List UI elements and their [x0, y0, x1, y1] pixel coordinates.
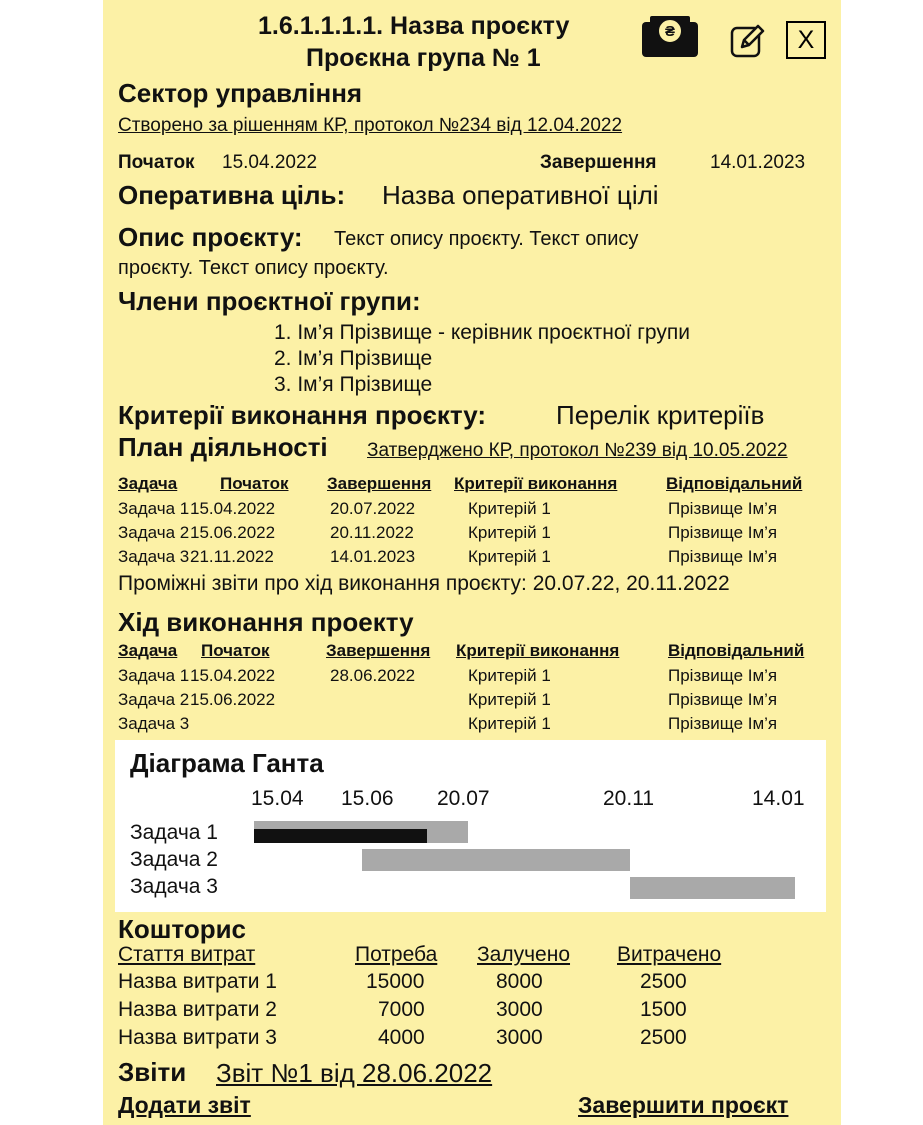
- member-item: 2. Ім’я Прізвище: [274, 347, 433, 370]
- description-text-cont: проєкту. Текст опису проєкту.: [118, 257, 389, 279]
- progress-header-criteria: Критерії виконання: [456, 641, 620, 660]
- progress-header-end: Завершення: [326, 641, 431, 660]
- project-title: 1.6.1.1.1.1. Назва проєкту: [258, 12, 570, 40]
- progress-cell: 15.04.2022: [190, 666, 276, 685]
- criteria-label: Критерії виконання проєкту:: [118, 400, 487, 430]
- plan-header-responsible: Відповідальний: [666, 474, 803, 493]
- budget-cell: 2500: [640, 1026, 687, 1049]
- plan-cell: 21.11.2022: [190, 547, 274, 566]
- plan-header-start: Початок: [220, 474, 289, 493]
- plan-cell: Прізвище Ім’я: [668, 547, 778, 566]
- budget-header-spent: Витрачено: [617, 943, 722, 966]
- budget-cell: 3000: [496, 1026, 543, 1049]
- plan-cell: Задача 2: [118, 523, 190, 542]
- budget-cell: Назва витрати 2: [118, 998, 277, 1021]
- plan-cell: Критерій 1: [468, 547, 551, 566]
- plan-approval-link[interactable]: Затверджено КР, протокол №239 від 10.05.…: [367, 440, 788, 462]
- gantt-title: Діаграма Ганта: [130, 748, 324, 778]
- close-button[interactable]: X: [786, 21, 826, 59]
- progress-header-task: Задача: [118, 641, 178, 660]
- svg-text:₴: ₴: [665, 23, 675, 40]
- budget-header-item: Стаття витрат: [118, 943, 256, 966]
- pencil-edit-icon[interactable]: [730, 22, 766, 58]
- progress-cell: Прізвище Ім’я: [668, 666, 778, 685]
- progress-cell: Задача 1: [118, 666, 190, 685]
- budget-cell: 2500: [640, 970, 687, 993]
- plan-cell: Задача 3: [118, 547, 190, 566]
- progress-cell: Критерій 1: [468, 690, 551, 709]
- progress-cell: Задача 3: [118, 714, 190, 733]
- plan-cell: 15.04.2022: [190, 499, 276, 518]
- progress-cell: Задача 2: [118, 690, 190, 709]
- progress-cell: Критерій 1: [468, 714, 551, 733]
- goal-value: Назва оперативної цілі: [382, 180, 659, 210]
- budget-cell: 7000: [378, 998, 425, 1021]
- start-label: Початок: [118, 152, 195, 173]
- plan-cell: Критерій 1: [468, 523, 551, 542]
- add-report-link[interactable]: Додати звіт: [118, 1092, 251, 1119]
- progress-cell: Прізвище Ім’я: [668, 690, 778, 709]
- end-label: Завершення: [540, 152, 657, 173]
- gantt-date: 15.04: [251, 787, 304, 810]
- reports-label: Звіти: [118, 1057, 187, 1087]
- gantt-date: 15.06: [341, 787, 394, 810]
- created-decision-link[interactable]: Створено за рішенням КР, протокол №234 в…: [118, 115, 622, 137]
- progress-label: Хід виконання проекту: [118, 607, 414, 637]
- plan-header-criteria: Критерії виконання: [454, 474, 618, 493]
- goal-label: Оперативна ціль:: [118, 180, 346, 210]
- members-label: Члени проєктної групи:: [118, 286, 421, 316]
- criteria-value: Перелік критеріїв: [556, 400, 765, 430]
- gantt-task-label: Задача 2: [130, 848, 218, 871]
- plan-cell: Критерій 1: [468, 499, 551, 518]
- finish-project-link[interactable]: Завершити проєкт: [578, 1092, 788, 1119]
- interim-reports: Проміжні звіти про хід виконання проєкту…: [118, 572, 730, 595]
- budget-header-need: Потреба: [355, 943, 438, 966]
- member-item: 1. Ім’я Прізвище - керівник проєктної гр…: [274, 321, 690, 344]
- progress-header-start: Початок: [201, 641, 270, 660]
- budget-cell: Назва витрати 1: [118, 970, 277, 993]
- budget-cell: Назва витрати 3: [118, 1026, 277, 1049]
- gantt-date: 20.07: [437, 787, 490, 810]
- project-group: Проєкна група № 1: [306, 44, 541, 72]
- progress-header-responsible: Відповідальний: [668, 641, 805, 660]
- budget-cell: 15000: [366, 970, 425, 993]
- budget-cell: 1500: [640, 998, 687, 1021]
- budget-cell: 3000: [496, 998, 543, 1021]
- member-item: 3. Ім’я Прізвище: [274, 373, 433, 396]
- gantt-date: 14.01: [752, 787, 805, 810]
- progress-cell: 28.06.2022: [330, 666, 416, 685]
- gantt-bar-task1-actual: [254, 829, 427, 843]
- plan-cell: Задача 1: [118, 499, 190, 518]
- report-link[interactable]: Звіт №1 від 28.06.2022: [216, 1058, 492, 1089]
- plan-label: План діяльності: [118, 432, 328, 462]
- budget-cell: 4000: [378, 1026, 425, 1049]
- plan-header-end: Завершення: [327, 474, 432, 493]
- plan-cell: Прізвище Ім’я: [668, 499, 778, 518]
- gantt-date: 20.11: [603, 787, 654, 810]
- description-text: Текст опису проєкту. Текст опису: [334, 228, 639, 250]
- plan-cell: 20.11.2022: [330, 523, 414, 542]
- progress-cell: 15.06.2022: [190, 690, 276, 709]
- gantt-task-label: Задача 1: [130, 821, 218, 844]
- plan-cell: 20.07.2022: [330, 499, 416, 518]
- start-date: 15.04.2022: [222, 152, 318, 173]
- budget-label: Кошторис: [118, 914, 247, 944]
- end-date: 14.01.2023: [710, 152, 806, 173]
- progress-cell: Прізвище Ім’я: [668, 714, 778, 733]
- plan-cell: 14.01.2023: [330, 547, 416, 566]
- plan-cell: 15.06.2022: [190, 523, 276, 542]
- budget-header-raised: Залучено: [477, 943, 571, 966]
- progress-cell: Критерій 1: [468, 666, 551, 685]
- plan-header-task: Задача: [118, 474, 178, 493]
- sector-name: Сектор управління: [118, 78, 363, 108]
- money-wallet-icon[interactable]: ₴: [641, 14, 699, 58]
- gantt-bar-task3-planned: [630, 877, 795, 899]
- gantt-bar-task2-planned: [362, 849, 630, 871]
- plan-cell: Прізвище Ім’я: [668, 523, 778, 542]
- budget-cell: 8000: [496, 970, 543, 993]
- description-label: Опис проєкту:: [118, 222, 303, 252]
- gantt-task-label: Задача 3: [130, 875, 218, 898]
